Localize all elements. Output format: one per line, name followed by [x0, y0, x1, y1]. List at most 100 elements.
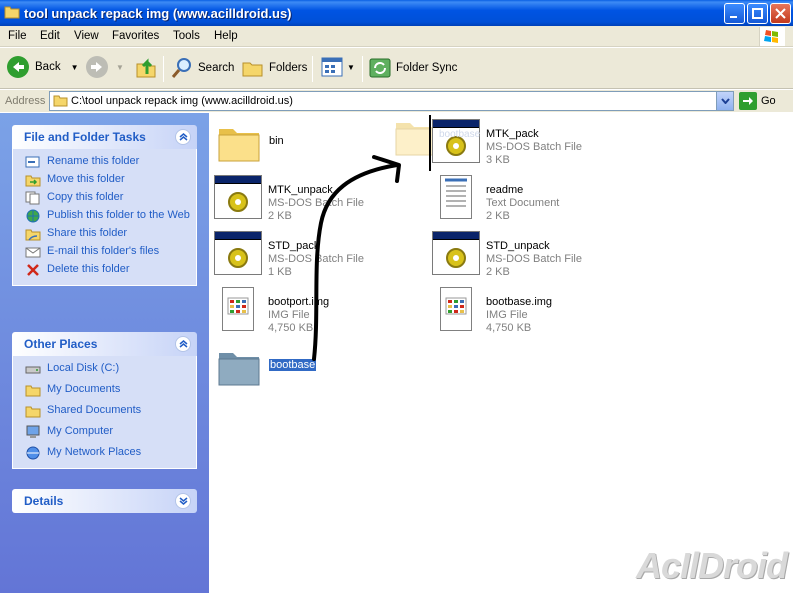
- email-files-link[interactable]: E-mail this folder's files: [25, 245, 196, 259]
- file-folder-tasks-header[interactable]: File and Folder Tasks: [12, 125, 197, 149]
- details-title: Details: [24, 494, 64, 508]
- watermark: AcIlDroid: [635, 545, 788, 586]
- delete-folder-link[interactable]: Delete this folder: [25, 263, 196, 277]
- views-icon: [321, 57, 343, 77]
- task-label: Share this folder: [47, 227, 128, 239]
- drawn-arrow-annotation: [312, 155, 401, 361]
- chevron-down-icon: [720, 98, 730, 104]
- go-button[interactable]: Go: [739, 92, 776, 110]
- other-places-panel: Other Places Local Disk (C:) My Document…: [12, 332, 197, 469]
- windows-logo: [759, 27, 785, 46]
- maximize-button[interactable]: [747, 3, 768, 24]
- folders-icon: [242, 62, 263, 77]
- views-button[interactable]: ▼: [320, 56, 355, 78]
- title-bar[interactable]: tool unpack repack img (www.acilldroid.u…: [0, 0, 793, 26]
- details-header[interactable]: Details: [12, 489, 197, 513]
- menu-favorites[interactable]: Favorites: [112, 30, 159, 42]
- windows-flag-icon: [764, 30, 778, 43]
- local-disk-link[interactable]: Local Disk (C:): [25, 362, 196, 376]
- network-icon: [26, 446, 40, 460]
- minimize-icon: [730, 16, 737, 18]
- menu-edit[interactable]: Edit: [40, 30, 60, 42]
- file-folder-tasks-body: Rename this folder Move this folder Copy…: [12, 149, 197, 286]
- drive-icon: [25, 366, 41, 374]
- back-label: Back: [35, 61, 61, 73]
- expand-icon[interactable]: [175, 493, 191, 509]
- go-arrow-icon: [739, 92, 757, 110]
- forward-button[interactable]: ▼: [86, 56, 124, 78]
- other-places-title: Other Places: [24, 337, 98, 351]
- place-label: My Network Places: [47, 446, 142, 458]
- task-label: Publish this folder to the Web: [47, 209, 190, 221]
- folder-icon: [25, 406, 41, 418]
- back-dropdown-icon[interactable]: ▼: [71, 63, 79, 72]
- maximize-icon: [752, 8, 763, 19]
- window-title: tool unpack repack img (www.acilldroid.u…: [24, 6, 292, 21]
- place-label: Shared Documents: [47, 404, 142, 416]
- menu-bar: File Edit View Favorites Tools Help: [0, 26, 793, 47]
- move-folder-link[interactable]: Move this folder: [25, 173, 196, 187]
- back-arrow-icon: [7, 56, 29, 78]
- task-label: Copy this folder: [47, 191, 124, 203]
- menu-view[interactable]: View: [74, 30, 99, 42]
- details-panel: Details: [12, 489, 197, 513]
- folder-sync-label: Folder Sync: [396, 62, 458, 74]
- collapse-icon[interactable]: [175, 336, 191, 352]
- other-places-header[interactable]: Other Places: [12, 332, 197, 356]
- email-icon: [25, 247, 41, 258]
- place-label: My Computer: [47, 425, 114, 437]
- folder-icon: [4, 6, 20, 19]
- views-dropdown-icon: ▼: [347, 62, 355, 72]
- share-folder-link[interactable]: Share this folder: [25, 227, 196, 241]
- toolbar: Back ▼ ▼ Search Folders ▼ Folder Sync: [0, 48, 793, 89]
- rename-folder-link[interactable]: Rename this folder: [25, 155, 196, 169]
- rename-icon: [25, 156, 40, 168]
- address-label: Address: [5, 95, 46, 107]
- share-icon: [25, 229, 41, 241]
- copy-icon: [25, 191, 40, 205]
- folder-icon: [25, 385, 41, 397]
- menu-help[interactable]: Help: [214, 30, 238, 42]
- search-button[interactable]: Search: [170, 56, 234, 80]
- move-icon: [25, 175, 41, 187]
- back-button[interactable]: Back ▼: [7, 56, 79, 78]
- address-bar: Address C:\tool unpack repack img (www.a…: [0, 90, 793, 112]
- globe-icon: [26, 209, 40, 223]
- copy-folder-link[interactable]: Copy this folder: [25, 191, 196, 205]
- folder-sync-button[interactable]: Folder Sync: [368, 56, 457, 80]
- folders-button[interactable]: Folders: [241, 56, 307, 80]
- collapse-icon[interactable]: [175, 129, 191, 145]
- my-computer-link[interactable]: My Computer: [25, 425, 196, 439]
- my-network-places-link[interactable]: My Network Places: [25, 446, 196, 460]
- other-places-body: Local Disk (C:) My Documents Shared Docu…: [12, 356, 197, 469]
- forward-arrow-icon: [86, 56, 108, 78]
- folder-up-icon: [136, 58, 156, 78]
- address-value: C:\tool unpack repack img (www.acilldroi…: [71, 95, 293, 107]
- go-label: Go: [761, 95, 776, 107]
- address-field[interactable]: C:\tool unpack repack img (www.acilldroi…: [49, 91, 734, 111]
- file-list: bin MTK_pack MS-DOS Batch File 3 KB boot…: [209, 113, 793, 593]
- close-icon: [775, 8, 786, 19]
- publish-folder-link[interactable]: Publish this folder to the Web: [25, 209, 196, 223]
- task-label: Move this folder: [47, 173, 125, 185]
- close-button[interactable]: [770, 3, 791, 24]
- task-label: Rename this folder: [47, 155, 140, 167]
- search-label: Search: [198, 62, 235, 74]
- file-folder-tasks-panel: File and Folder Tasks Rename this folder…: [12, 125, 197, 286]
- shared-documents-link[interactable]: Shared Documents: [25, 404, 196, 418]
- minimize-button[interactable]: [724, 3, 745, 24]
- file-folder-tasks-title: File and Folder Tasks: [24, 130, 146, 144]
- delete-icon: [27, 264, 39, 276]
- forward-dropdown-icon: ▼: [116, 62, 124, 72]
- place-label: My Documents: [47, 383, 121, 395]
- menu-file[interactable]: File: [8, 30, 27, 42]
- place-label: Local Disk (C:): [47, 362, 120, 374]
- address-dropdown-button[interactable]: [716, 92, 733, 110]
- task-label: Delete this folder: [47, 263, 130, 275]
- folders-label: Folders: [269, 62, 308, 74]
- task-pane: File and Folder Tasks Rename this folder…: [0, 113, 209, 593]
- up-button[interactable]: [134, 56, 158, 80]
- search-icon: [171, 58, 191, 78]
- menu-tools[interactable]: Tools: [173, 30, 200, 42]
- my-documents-link[interactable]: My Documents: [25, 383, 196, 397]
